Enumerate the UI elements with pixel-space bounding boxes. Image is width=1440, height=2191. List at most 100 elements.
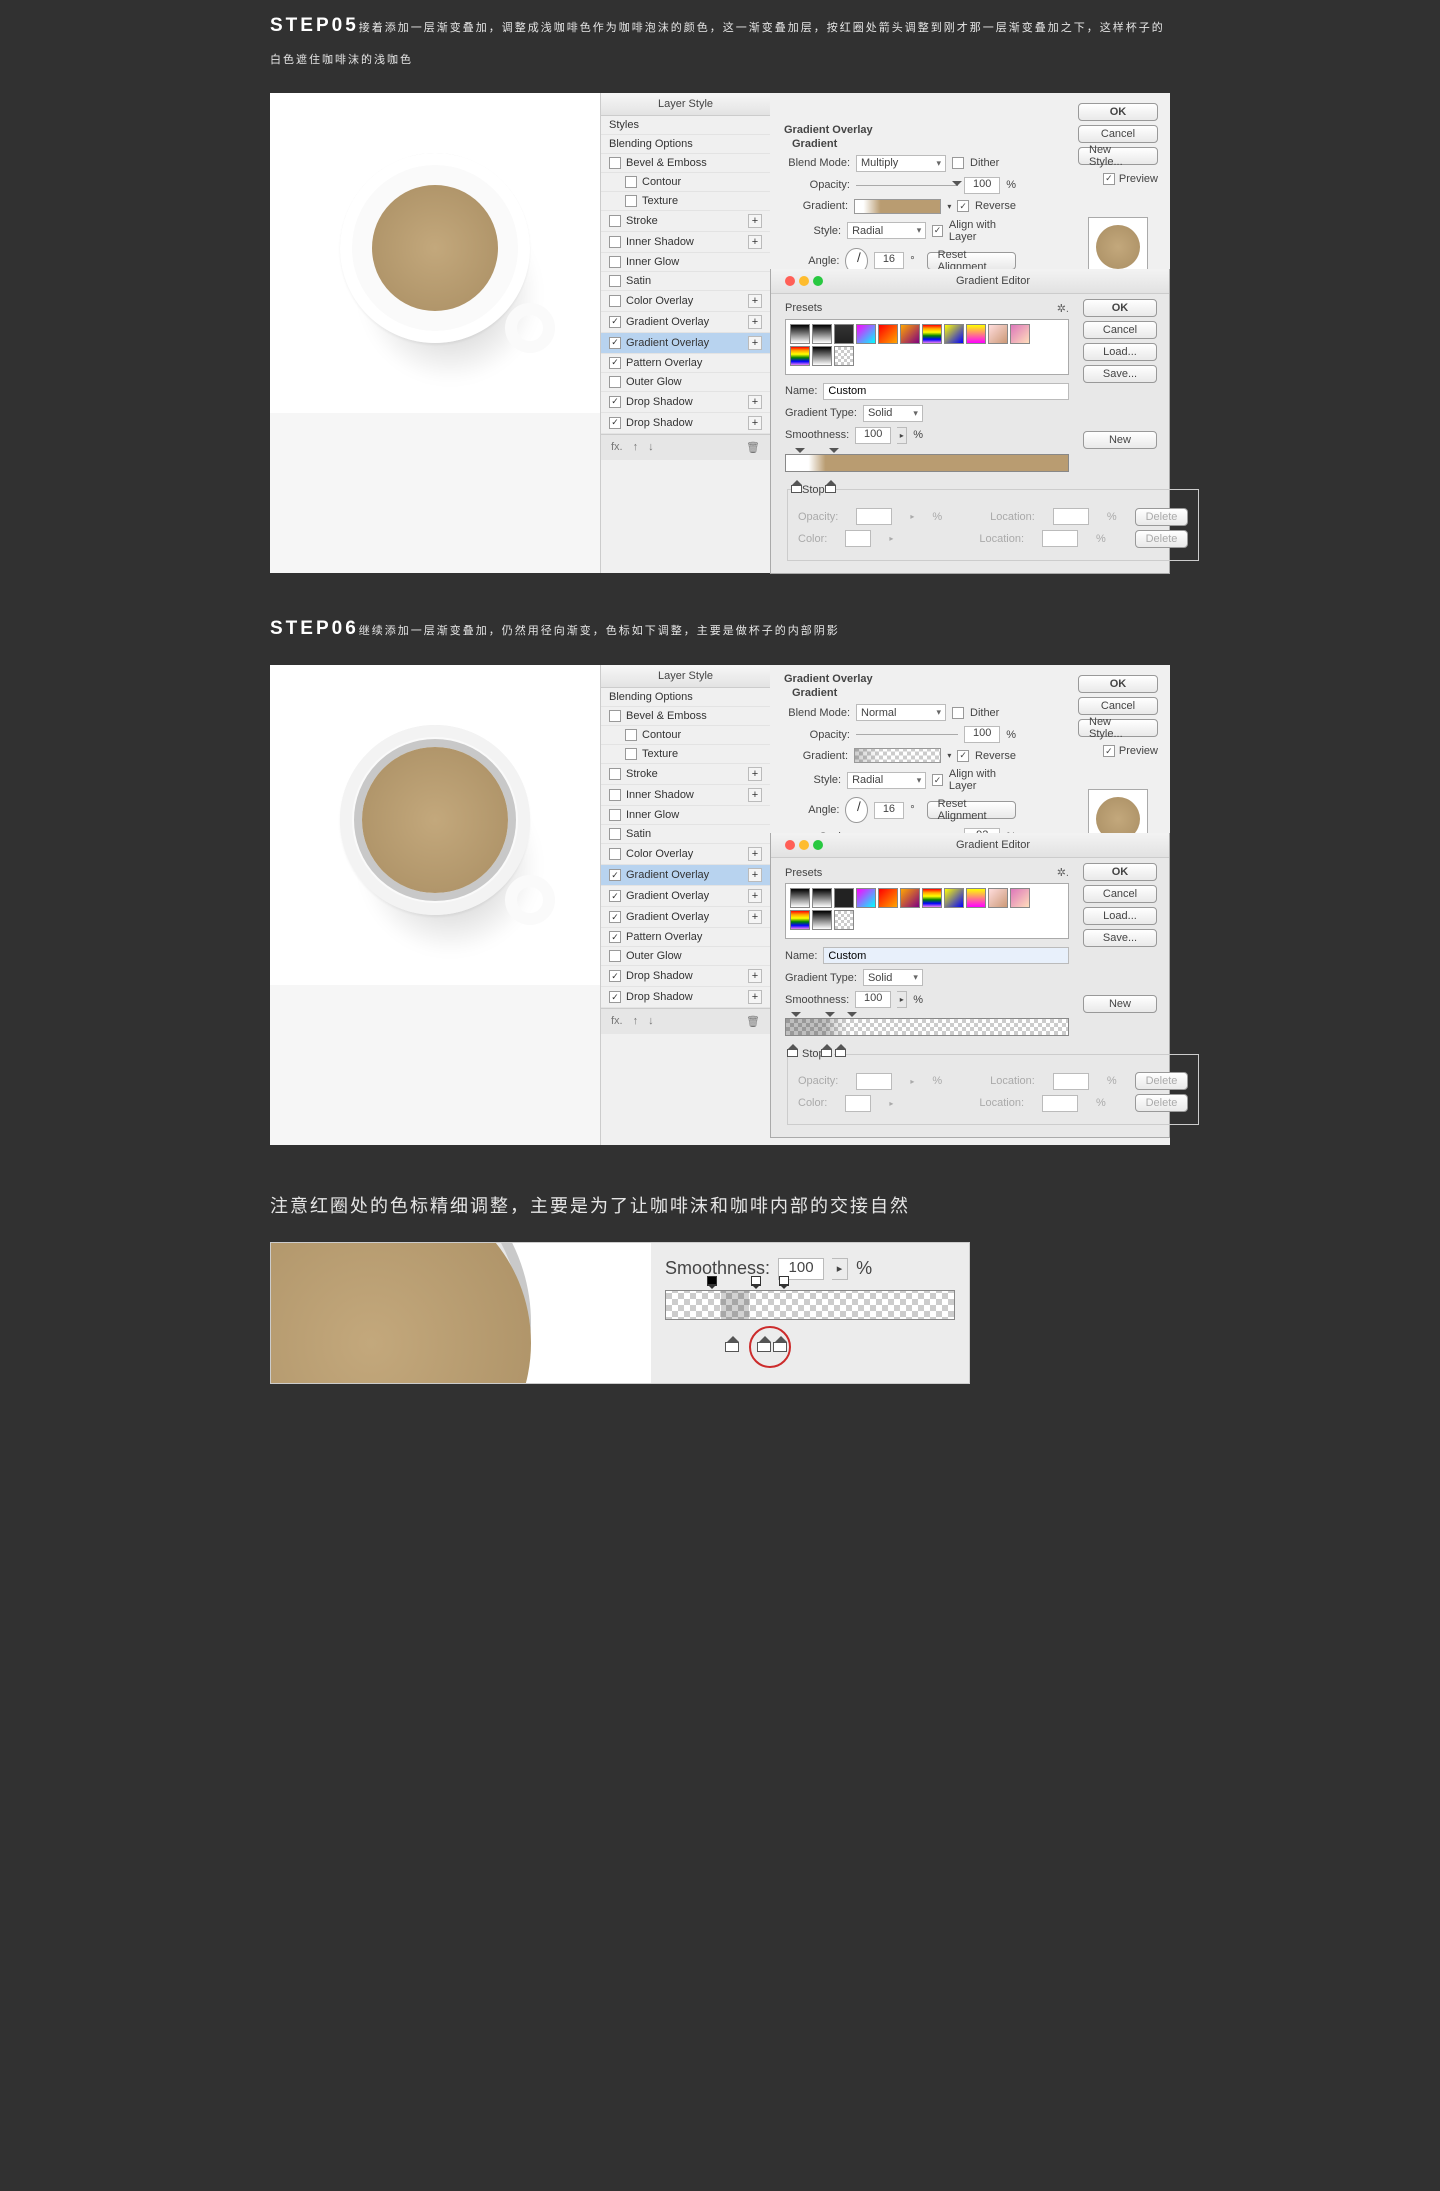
eff-color-overlay[interactable]: Color Overlay+ <box>601 291 770 312</box>
eff-grad-overlay-2[interactable]: Gradient Overlay+ <box>601 886 770 907</box>
gear-icon[interactable]: ✲. <box>1057 302 1069 315</box>
ge-name-input[interactable] <box>823 383 1069 400</box>
down-arrow-icon[interactable]: ↓ <box>648 1015 654 1028</box>
ge-ok-button[interactable]: OK <box>1083 299 1157 317</box>
ge-ok-button[interactable]: OK <box>1083 863 1157 881</box>
eff-texture[interactable]: Texture <box>601 192 770 211</box>
align-checkbox[interactable] <box>932 225 943 237</box>
reset-align-button[interactable]: Reset Alignment <box>927 252 1016 270</box>
angle-dial[interactable] <box>845 797 867 823</box>
eff-drop-shadow-2[interactable]: Drop Shadow+ <box>601 987 770 1008</box>
eff-inner-shadow[interactable]: Inner Shadow+ <box>601 785 770 806</box>
reverse-checkbox[interactable] <box>957 750 969 762</box>
add-icon[interactable]: + <box>748 395 762 409</box>
eff-color-overlay[interactable]: Color Overlay+ <box>601 844 770 865</box>
gradient-bar[interactable] <box>785 454 1069 480</box>
eff-contour[interactable]: Contour <box>601 726 770 745</box>
eff-outer-glow[interactable]: Outer Glow <box>601 947 770 966</box>
angle-input[interactable]: 16 <box>874 802 905 819</box>
ok-button[interactable]: OK <box>1078 103 1158 121</box>
add-icon[interactable]: + <box>748 336 762 350</box>
ge-save-button[interactable]: Save... <box>1083 929 1157 947</box>
ge-type-select[interactable]: Solid <box>863 969 923 986</box>
angle-input[interactable]: 16 <box>874 252 905 269</box>
stepper-icon[interactable]: ▸ <box>897 427 907 444</box>
eff-outer-glow[interactable]: Outer Glow <box>601 373 770 392</box>
eff-grad-overlay-active[interactable]: Gradient Overlay+ <box>601 333 770 354</box>
add-icon[interactable]: + <box>748 294 762 308</box>
align-checkbox[interactable] <box>932 774 943 786</box>
delete-button[interactable]: Delete <box>1135 1094 1189 1112</box>
presets-box[interactable] <box>785 319 1069 375</box>
preview-checkbox[interactable] <box>1103 173 1115 185</box>
trash-icon[interactable]: 🗑 <box>746 441 760 454</box>
eff-stroke[interactable]: Stroke+ <box>601 211 770 232</box>
gradient-swatch[interactable] <box>854 748 941 763</box>
eff-grad-overlay-1[interactable]: Gradient Overlay+ <box>601 312 770 333</box>
reset-align-button[interactable]: Reset Alignment <box>927 801 1016 819</box>
cancel-button[interactable]: Cancel <box>1078 125 1158 143</box>
gear-icon[interactable]: ✲. <box>1057 866 1069 879</box>
ge-new-button[interactable]: New <box>1083 995 1157 1013</box>
add-icon[interactable]: + <box>748 416 762 430</box>
add-icon[interactable]: + <box>748 214 762 228</box>
up-arrow-icon[interactable]: ↑ <box>633 441 639 454</box>
eff-contour[interactable]: Contour <box>601 173 770 192</box>
eff-drop-shadow-2[interactable]: Drop Shadow+ <box>601 413 770 434</box>
eff-inner-glow[interactable]: Inner Glow <box>601 253 770 272</box>
ge-save-button[interactable]: Save... <box>1083 365 1157 383</box>
opacity-input[interactable]: 100 <box>964 726 1000 743</box>
ge-cancel-button[interactable]: Cancel <box>1083 885 1157 903</box>
dither-checkbox[interactable] <box>952 157 964 169</box>
delete-button[interactable]: Delete <box>1135 1072 1189 1090</box>
eff-pattern-overlay[interactable]: Pattern Overlay <box>601 354 770 373</box>
blendmode-select[interactable]: Multiply <box>856 155 946 172</box>
down-arrow-icon[interactable]: ↓ <box>648 441 654 454</box>
delete-button[interactable]: Delete <box>1135 530 1189 548</box>
add-icon[interactable]: + <box>748 235 762 249</box>
add-icon[interactable]: + <box>748 315 762 329</box>
ge-type-select[interactable]: Solid <box>863 405 923 422</box>
eff-grad-overlay-3[interactable]: Gradient Overlay+ <box>601 907 770 928</box>
ge-cancel-button[interactable]: Cancel <box>1083 321 1157 339</box>
blendmode-select[interactable]: Normal <box>856 704 946 721</box>
up-arrow-icon[interactable]: ↑ <box>633 1015 639 1028</box>
gradient-swatch[interactable] <box>854 199 941 214</box>
zoom-gradient-bar[interactable] <box>665 1290 955 1336</box>
delete-button[interactable]: Delete <box>1135 508 1189 526</box>
style-select[interactable]: Radial <box>847 772 926 789</box>
ge-load-button[interactable]: Load... <box>1083 343 1157 361</box>
eff-satin[interactable]: Satin <box>601 272 770 291</box>
eff-texture[interactable]: Texture <box>601 745 770 764</box>
new-style-button[interactable]: New Style... <box>1078 719 1158 737</box>
presets-box[interactable] <box>785 883 1069 939</box>
ge-smooth-input[interactable]: 100 <box>855 427 891 444</box>
fx-icon[interactable]: fx. <box>611 441 623 454</box>
stepper-icon[interactable]: ▸ <box>832 1258 848 1280</box>
eff-bevel[interactable]: Bevel & Emboss <box>601 707 770 726</box>
dither-checkbox[interactable] <box>952 707 964 719</box>
opacity-input[interactable]: 100 <box>964 177 1000 194</box>
blending-options[interactable]: Blending Options <box>601 688 770 707</box>
cancel-button[interactable]: Cancel <box>1078 697 1158 715</box>
ge-load-button[interactable]: Load... <box>1083 907 1157 925</box>
fx-icon[interactable]: fx. <box>611 1015 623 1028</box>
eff-grad-overlay-active[interactable]: Gradient Overlay+ <box>601 865 770 886</box>
ok-button[interactable]: OK <box>1078 675 1158 693</box>
reverse-checkbox[interactable] <box>957 200 969 212</box>
styles-header[interactable]: Styles <box>601 116 770 135</box>
eff-stroke[interactable]: Stroke+ <box>601 764 770 785</box>
preview-checkbox[interactable] <box>1103 745 1115 757</box>
eff-inner-shadow[interactable]: Inner Shadow+ <box>601 232 770 253</box>
new-style-button[interactable]: New Style... <box>1078 147 1158 165</box>
eff-inner-glow[interactable]: Inner Glow <box>601 806 770 825</box>
eff-drop-shadow-1[interactable]: Drop Shadow+ <box>601 966 770 987</box>
eff-bevel[interactable]: Bevel & Emboss <box>601 154 770 173</box>
blending-options[interactable]: Blending Options <box>601 135 770 154</box>
ge-new-button[interactable]: New <box>1083 431 1157 449</box>
eff-drop-shadow-1[interactable]: Drop Shadow+ <box>601 392 770 413</box>
eff-pattern-overlay[interactable]: Pattern Overlay <box>601 928 770 947</box>
style-select[interactable]: Radial <box>847 222 926 239</box>
eff-satin[interactable]: Satin <box>601 825 770 844</box>
ge-name-input[interactable] <box>823 947 1069 964</box>
